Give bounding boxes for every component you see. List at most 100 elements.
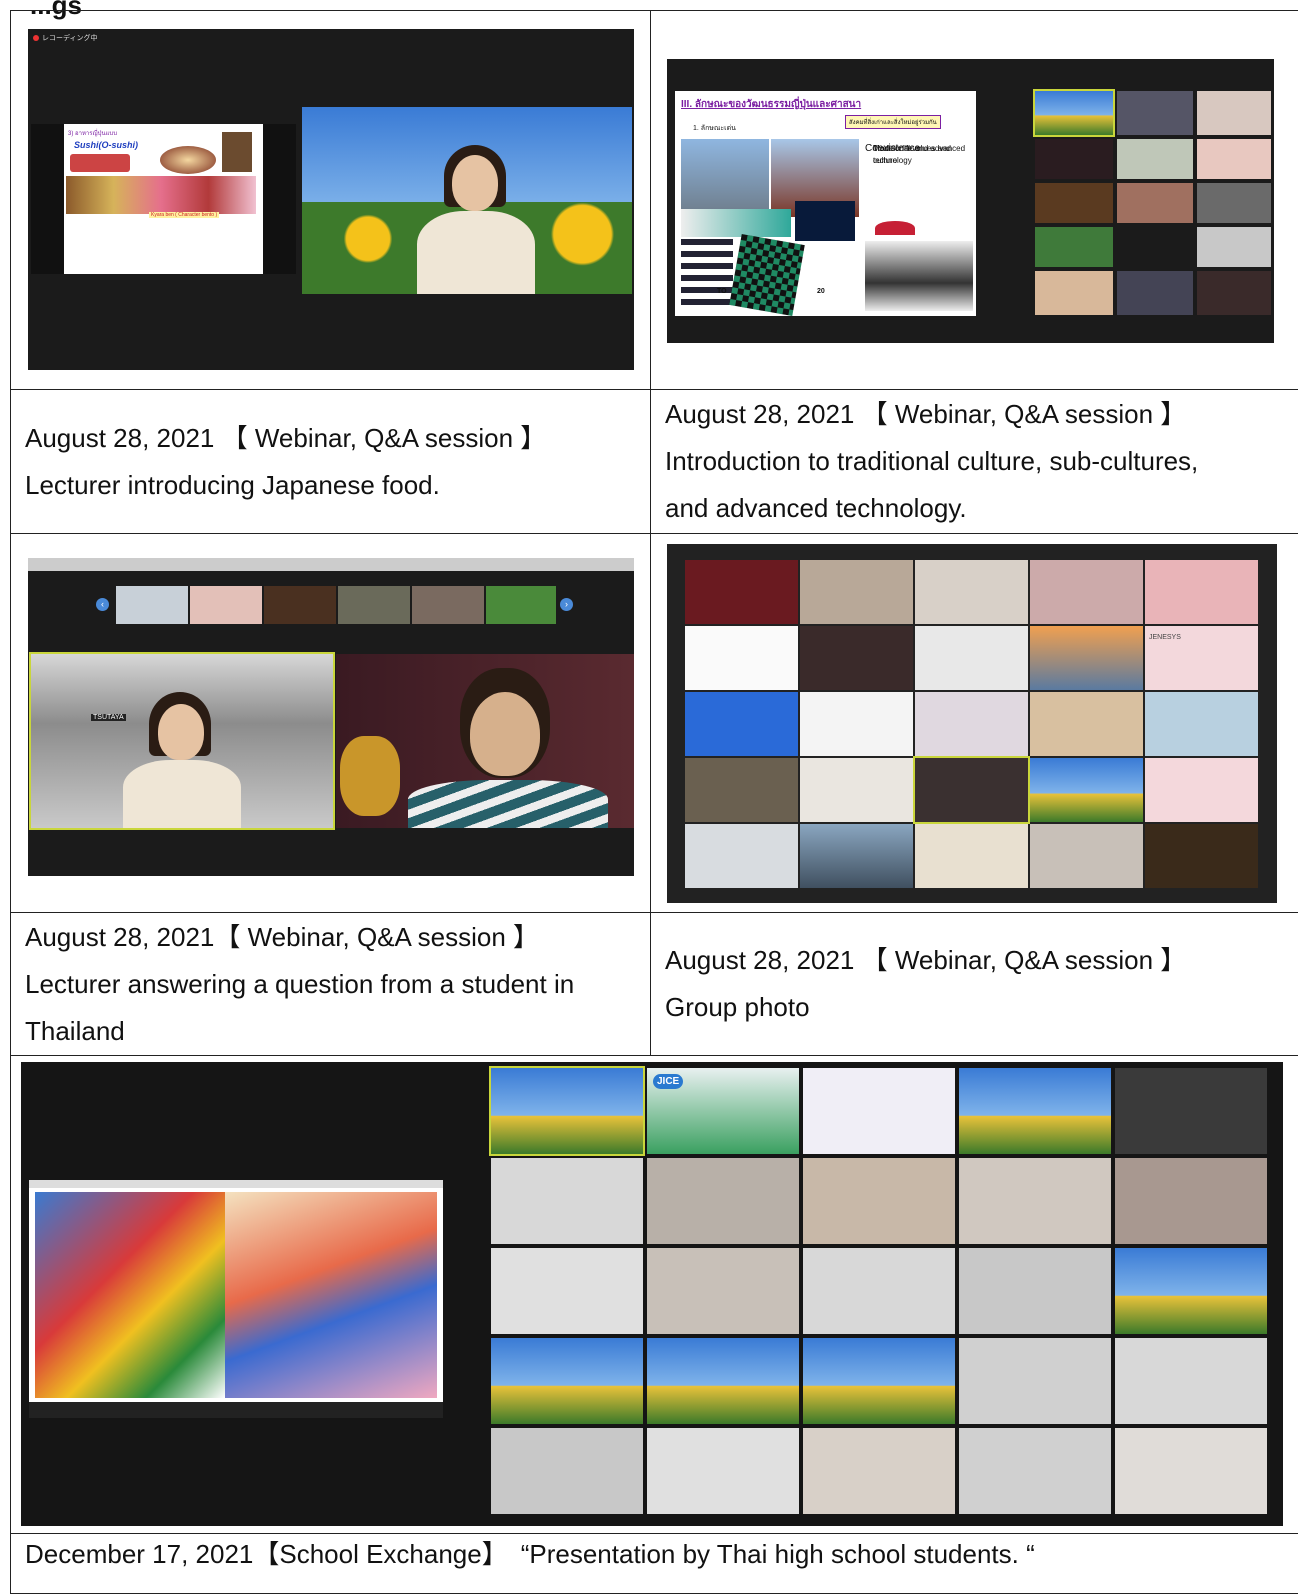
student-tile	[647, 1248, 799, 1334]
next-page-button[interactable]: ›	[560, 598, 573, 611]
active-speaker-tile	[915, 758, 1028, 822]
textile-pattern	[681, 239, 733, 311]
caption-date-line: August 28, 2021【 Webinar, Q&A session 】	[25, 914, 636, 961]
prev-page-button[interactable]: ‹	[96, 598, 109, 611]
caption-cell-traditional-culture: August 28, 2021 【 Webinar, Q&A session 】…	[651, 390, 1298, 534]
participant-tile	[915, 560, 1028, 624]
lecturer-face	[452, 155, 498, 211]
character-bento-photos	[66, 176, 256, 214]
caption-cell-school-exchange: December 17, 2021【School Exchange】 “Pres…	[11, 1534, 1298, 1594]
presentation-window-bar	[29, 1180, 443, 1188]
participant-tile	[1035, 271, 1113, 315]
participant-tile	[685, 626, 798, 690]
bullet-modern: Modern life and advanced technology	[865, 143, 973, 167]
thumbnail-tile	[486, 586, 556, 624]
student-tile	[1115, 1428, 1267, 1514]
sushi-photo	[70, 154, 130, 172]
taskbar	[29, 1402, 443, 1418]
slide-title-sushi: Sushi(O-sushi)	[74, 140, 138, 150]
student-tile	[491, 1338, 643, 1424]
participant-tile	[800, 626, 913, 690]
participant-tile	[1197, 183, 1271, 223]
caption-date-line: August 28, 2021 【 Webinar, Q&A session 】	[665, 937, 1286, 984]
caption-date-line: August 28, 2021 【 Webinar, Q&A session 】	[25, 415, 636, 462]
city-skyline-photo	[681, 139, 769, 217]
zoom-screenshot-qa: ‹ › TSUTAYA	[28, 558, 634, 876]
participant-tile	[1197, 139, 1271, 179]
festival-collage-right	[225, 1192, 437, 1398]
thumbnail-tile	[190, 586, 262, 624]
participant-tile	[685, 560, 798, 624]
student-tile	[647, 1428, 799, 1514]
student-tile	[803, 1428, 955, 1514]
olympic-logo-text: TO	[717, 288, 727, 295]
bullet-train-photo	[681, 209, 791, 237]
caption-date-line: August 28, 2021 【 Webinar, Q&A session 】	[665, 391, 1286, 438]
participant-tile	[800, 824, 913, 888]
thumbnail-tile	[412, 586, 484, 624]
checkered-pattern	[729, 234, 805, 316]
student-tile	[959, 1338, 1111, 1424]
participant-tile	[1197, 271, 1271, 315]
student-tile	[803, 1248, 955, 1334]
student-tile	[491, 1248, 643, 1334]
participant-tile	[1035, 139, 1113, 179]
lecturer-video	[302, 107, 632, 294]
festival-collage-left	[35, 1192, 225, 1398]
participant-tile	[1197, 91, 1271, 135]
sushi-platter-photo	[160, 146, 216, 174]
caption-description: Lecturer introducing Japanese food.	[25, 462, 636, 509]
student-tile	[491, 1428, 643, 1514]
shared-presentation	[29, 1180, 443, 1418]
participant-tile	[1197, 227, 1271, 267]
thumbnail-tile	[264, 586, 336, 624]
slide-page: 3) อาหารญี่ปุ่นแบบ Sushi(O-sushi) Kyara …	[64, 124, 263, 274]
photo-cell-answering-question: ‹ › TSUTAYA	[11, 534, 651, 913]
student-tile	[491, 1158, 643, 1244]
slide-heading: 3) อาหารญี่ปุ่นแบบ	[68, 128, 117, 138]
caption-description: Lecturer answering a question from a stu…	[25, 961, 636, 1008]
student-tile	[1115, 1338, 1267, 1424]
lecturer-tile	[1030, 758, 1143, 822]
student-tile	[959, 1068, 1111, 1154]
caption-cell-japanese-food: August 28, 2021 【 Webinar, Q&A session 】…	[11, 390, 651, 534]
photo-cell-school-exchange: JICE	[11, 1056, 1298, 1534]
caption-description-cont: and advanced technology.	[665, 485, 1286, 532]
window-titlebar	[28, 558, 634, 571]
student-tile	[1115, 1248, 1267, 1334]
participant-tile	[685, 758, 798, 822]
caption-description-cont: Thailand	[25, 1008, 636, 1055]
participant-tile	[1035, 183, 1113, 223]
store-sign: TSUTAYA	[91, 714, 126, 721]
student-tile	[1115, 1158, 1267, 1244]
student-tile	[803, 1338, 955, 1424]
photo-cell-traditional-culture: III. ลักษณะของวัฒนธรรมญี่ปุ่นและศาสนา 1.…	[651, 11, 1298, 390]
shared-slide: 3) อาหารญี่ปุ่นแบบ Sushi(O-sushi) Kyara …	[31, 124, 296, 274]
culture-slide: III. ลักษณะของวัฒนธรรมญี่ปุ่นและศาสนา 1.…	[675, 91, 976, 316]
student-face	[470, 692, 540, 776]
bento-photo	[222, 132, 252, 172]
participant-tile	[1145, 692, 1258, 756]
student-tile-active	[491, 1068, 643, 1154]
participant-tile	[685, 692, 798, 756]
student-tile: JICE	[647, 1068, 799, 1154]
participant-tile: JENESYS	[1145, 626, 1258, 690]
slide-caption-kyaraben: Kyara ben ( Character bento )	[149, 212, 219, 218]
olympic-year-text: 20	[817, 288, 825, 295]
caption-description: Group photo	[665, 984, 1286, 1031]
photo-table: レコーディング中 3) อาหารญี่ปุ่นแบบ Sushi(O-sush…	[10, 10, 1298, 1594]
student-tile	[803, 1158, 955, 1244]
photo-cell-group-photo: JENESYS	[651, 534, 1298, 913]
recording-label: レコーディング中	[33, 33, 98, 43]
student-tile	[1115, 1068, 1267, 1154]
student-tile	[647, 1338, 799, 1424]
satellite-photo	[795, 201, 855, 241]
participant-tile	[800, 758, 913, 822]
culture-slide-title: III. ลักษณะของวัฒนธรรมญี่ปุ่นและศาสนา	[681, 97, 861, 112]
participant-tile	[1145, 824, 1258, 888]
participant-tile	[915, 626, 1028, 690]
lecturer-face	[158, 704, 204, 760]
lecturer-tile	[1035, 91, 1113, 135]
caption-description: Introduction to traditional culture, sub…	[665, 438, 1286, 485]
thumbnail-tile	[338, 586, 410, 624]
